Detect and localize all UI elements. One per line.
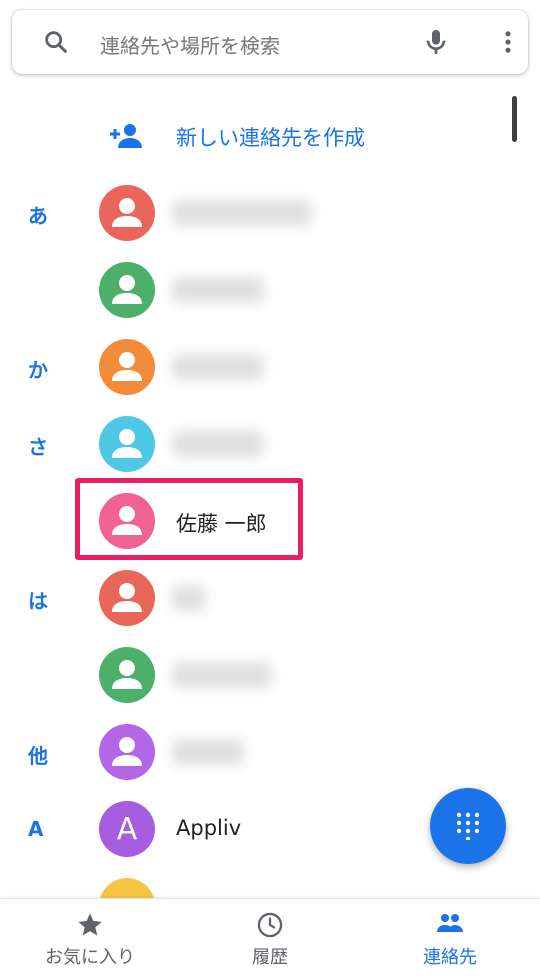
bottom-navigation: お気に入り 履歴 連絡先: [0, 898, 540, 976]
section-letter-a: あ: [28, 204, 48, 228]
person-icon: [112, 429, 142, 458]
blurred-contact-name: [172, 585, 206, 611]
contact-name: Appliv: [176, 816, 242, 840]
section-letter-ka: か: [28, 358, 48, 382]
avatar: [99, 339, 155, 395]
avatar: [99, 724, 155, 780]
blurred-contact-name: [172, 431, 264, 457]
nav-favorites[interactable]: お気に入り: [0, 899, 180, 976]
avatar: [99, 262, 155, 318]
section-letter-latin-a: A: [28, 817, 44, 841]
blurred-contact-name: [172, 739, 244, 765]
dialpad-icon: [456, 812, 480, 840]
avatar: [99, 185, 155, 241]
avatar: [99, 416, 155, 472]
nav-history-label: 履歴: [252, 947, 288, 968]
microphone-icon[interactable]: [420, 26, 452, 58]
more-options-icon[interactable]: [494, 28, 522, 56]
nav-contacts-label: 連絡先: [423, 947, 477, 968]
blurred-contact-name: [172, 277, 264, 303]
search-bar[interactable]: 連絡先や場所を検索: [12, 10, 528, 74]
section-letter-ha: は: [28, 589, 48, 613]
people-icon: [437, 914, 463, 932]
person-icon: [112, 275, 142, 304]
nav-contacts[interactable]: 連絡先: [360, 899, 540, 976]
blurred-contact-name: [172, 354, 264, 380]
dialpad-button[interactable]: [430, 788, 506, 864]
nav-history[interactable]: 履歴: [180, 899, 360, 976]
avatar: [99, 647, 155, 703]
create-contact-label: 新しい連絡先を作成: [176, 126, 365, 150]
blurred-contact-name: [172, 200, 312, 226]
section-letter-other: 他: [28, 744, 48, 768]
avatar: [99, 570, 155, 626]
section-letter-sa: さ: [28, 435, 48, 459]
person-icon: [112, 198, 142, 227]
avatar-letter: A: [116, 811, 138, 847]
avatar: A: [99, 801, 155, 857]
nav-favorites-label: お気に入り: [45, 947, 135, 968]
add-person-icon: [110, 124, 142, 148]
search-icon: [45, 31, 67, 53]
clock-icon: [257, 912, 283, 938]
blurred-contact-name: [172, 662, 272, 688]
person-icon: [112, 660, 142, 689]
person-icon: [112, 583, 142, 612]
star-icon: [78, 913, 102, 936]
person-icon: [112, 352, 142, 381]
highlight-frame: [75, 478, 303, 560]
person-icon: [112, 737, 142, 766]
create-contact-button[interactable]: 新しい連絡先を作成: [0, 106, 540, 166]
search-input[interactable]: 連絡先や場所を検索: [100, 30, 280, 59]
